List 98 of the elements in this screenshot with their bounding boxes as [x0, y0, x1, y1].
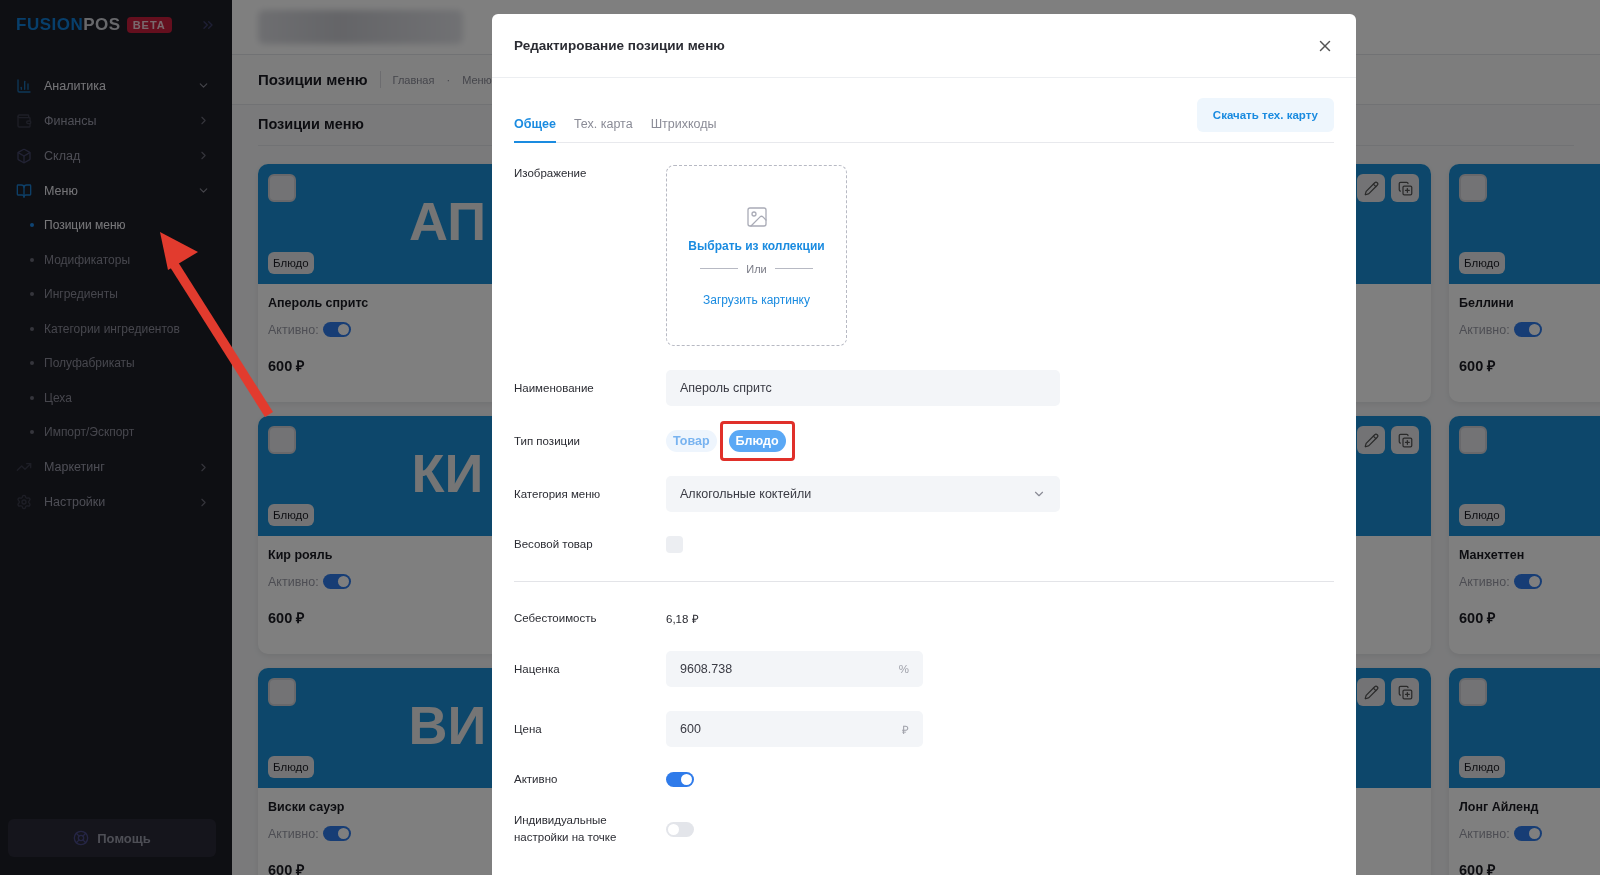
- item-name: Виски сауэр: [268, 800, 345, 814]
- field-label: Наименование: [514, 380, 595, 396]
- field-label: Весовой товар: [514, 537, 594, 552]
- field-label: Категория меню: [514, 486, 602, 502]
- active-toggle[interactable]: [322, 322, 351, 337]
- nav-item[interactable]: Настройки: [0, 484, 232, 520]
- item-name: Апероль спритс: [268, 296, 369, 310]
- logo-text: FUSION: [16, 15, 84, 35]
- image-dropzone[interactable]: Выбрать из коллекции Или Загрузить картинку: [666, 165, 847, 346]
- type-tag: Блюдо: [1459, 756, 1505, 778]
- pencil-icon: [1363, 684, 1379, 700]
- type-chip[interactable]: Товар: [666, 430, 717, 452]
- card-checkbox[interactable]: [1459, 678, 1487, 706]
- pencil-icon: [1363, 432, 1379, 448]
- type-tag: Блюдо: [268, 252, 314, 274]
- item-price: 600 ₽: [1459, 861, 1496, 875]
- active-toggle[interactable]: [322, 574, 351, 589]
- lifebuoy-icon: [73, 830, 90, 846]
- edit-button[interactable]: [1357, 174, 1385, 202]
- breadcrumb-separator: ·: [446, 73, 451, 86]
- field-label: Индивидуальные настройки на точке: [514, 813, 618, 845]
- page-title: Позиции меню: [258, 71, 381, 88]
- nav-item[interactable]: Склад: [0, 138, 232, 173]
- duplicate-button[interactable]: [1391, 174, 1419, 202]
- type-chip[interactable]: Блюдо: [728, 430, 786, 452]
- item-name: Кир рояль: [268, 548, 333, 562]
- breadcrumb-link[interactable]: Меню: [462, 73, 492, 86]
- nav-subitem[interactable]: Позиции меню: [0, 208, 232, 243]
- nav-subitem[interactable]: Импорт/Эскпорт: [0, 415, 232, 450]
- copy-icon: [1397, 180, 1413, 196]
- toggle-switch[interactable]: [666, 821, 694, 837]
- card-initials: АП: [408, 190, 487, 252]
- tab[interactable]: Общее: [514, 117, 556, 143]
- duplicate-button[interactable]: [1391, 426, 1419, 454]
- item-price: 600 ₽: [268, 357, 305, 375]
- item-name: Манхеттен: [1459, 548, 1525, 562]
- download-button[interactable]: Скачать тех. карту: [1196, 98, 1334, 132]
- card-checkbox[interactable]: [268, 174, 296, 202]
- item-name: Беллини: [1459, 296, 1514, 310]
- nav-subitem[interactable]: Полуфабрикаты: [0, 346, 232, 381]
- item-name: Лонг Айленд: [1459, 800, 1539, 814]
- type-tag: Блюдо: [1459, 252, 1505, 274]
- choose-link[interactable]: Выбрать из коллекции: [688, 238, 825, 253]
- duplicate-button[interactable]: [1391, 678, 1419, 706]
- nav-item[interactable]: Аналитика: [0, 68, 232, 103]
- cost-value: 6,18 ₽: [666, 612, 699, 626]
- nav-subitem[interactable]: Цеха: [0, 380, 232, 415]
- bar-chart-icon: [16, 77, 32, 94]
- nav-subitem[interactable]: Категории ингредиентов: [0, 311, 232, 346]
- copy-icon: [1397, 432, 1413, 448]
- modal-title: Редактирование позиции меню: [514, 38, 725, 53]
- number-field[interactable]: 600 ₽: [666, 711, 923, 747]
- nav-item[interactable]: Меню: [0, 173, 232, 208]
- category-select[interactable]: Алкогольные коктейли: [666, 476, 1060, 512]
- card-initials: КИ: [411, 442, 484, 504]
- help-button[interactable]: Помощь: [8, 819, 216, 857]
- type-tag: Блюдо: [1459, 504, 1505, 526]
- name-field[interactable]: Апероль спритс: [666, 370, 1060, 406]
- nav-subitem[interactable]: Модификаторы: [0, 242, 232, 277]
- section-title: Позиции меню: [258, 116, 364, 132]
- field-label: Активно: [514, 772, 559, 787]
- beta-badge: BETA: [126, 17, 172, 33]
- image-icon: [744, 204, 769, 229]
- book-icon: [16, 182, 32, 199]
- toggle-switch[interactable]: [666, 772, 694, 787]
- tab[interactable]: Тех. карта: [573, 117, 633, 143]
- copy-icon: [1397, 684, 1413, 700]
- or-text: Или: [746, 262, 767, 275]
- card-initials: ВИ: [408, 694, 487, 756]
- card-checkbox[interactable]: [1459, 174, 1487, 202]
- field-label: Цена: [514, 721, 543, 737]
- tab[interactable]: Штрихкоды: [650, 117, 717, 143]
- field-label: Тип позиции: [514, 433, 581, 449]
- item-price: 600 ₽: [1459, 609, 1496, 627]
- nav-item[interactable]: Финансы: [0, 103, 232, 138]
- logo-text: POS: [83, 15, 121, 35]
- item-price: 600 ₽: [268, 609, 305, 627]
- pencil-icon: [1363, 180, 1379, 196]
- upload-link[interactable]: Загрузить картинку: [703, 292, 810, 307]
- active-toggle[interactable]: [1513, 826, 1542, 841]
- field-label: Изображение: [514, 166, 588, 181]
- active-toggle[interactable]: [322, 826, 351, 841]
- nav-subitem[interactable]: Ингредиенты: [0, 277, 232, 312]
- type-tag: Блюдо: [268, 504, 314, 526]
- edit-button[interactable]: [1357, 426, 1385, 454]
- card-checkbox[interactable]: [268, 678, 296, 706]
- box-icon: [16, 147, 32, 164]
- active-toggle[interactable]: [1513, 322, 1542, 337]
- card-checkbox[interactable]: [1459, 426, 1487, 454]
- active-toggle[interactable]: [1513, 574, 1542, 589]
- field-label: Себестоимость: [514, 611, 598, 626]
- edit-button[interactable]: [1357, 678, 1385, 706]
- nav-item[interactable]: Маркетинг: [0, 449, 232, 485]
- type-tag: Блюдо: [268, 756, 314, 778]
- card-checkbox[interactable]: [268, 426, 296, 454]
- item-price: 600 ₽: [1459, 357, 1496, 375]
- number-field[interactable]: 9608.738 %: [666, 651, 923, 687]
- item-price: 600 ₽: [268, 861, 305, 875]
